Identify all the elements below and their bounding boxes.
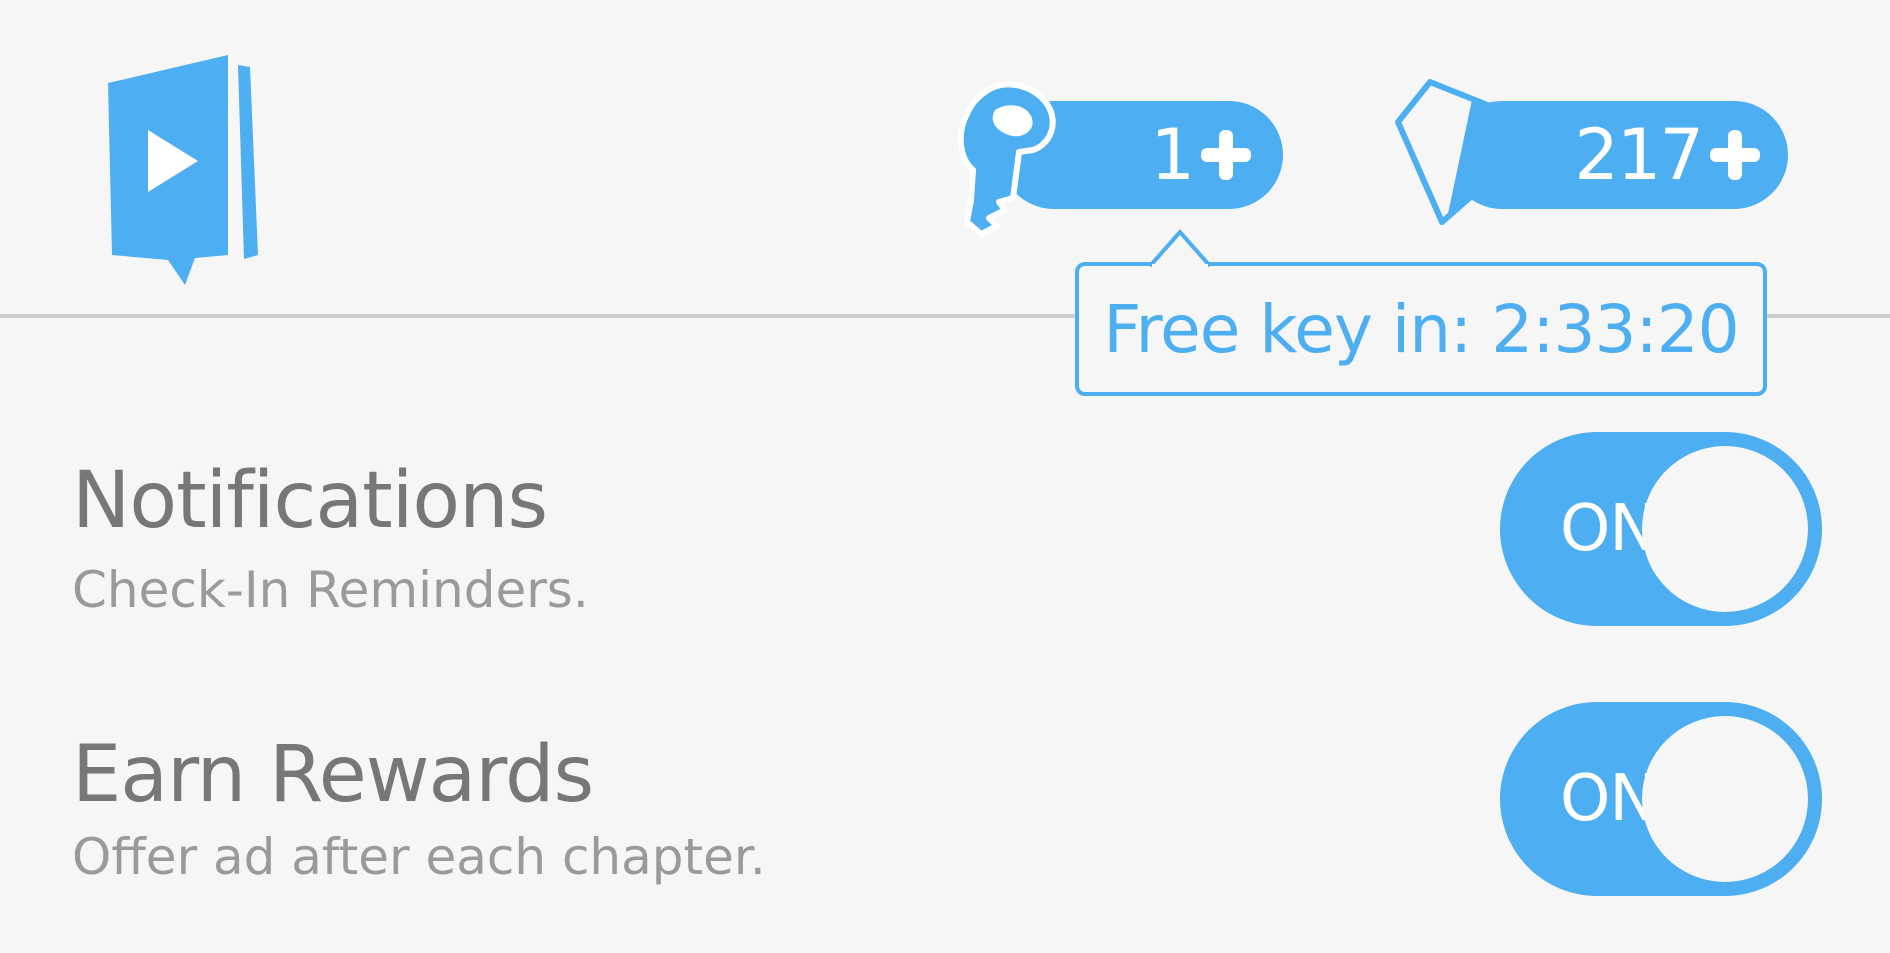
gems-count: 217 xyxy=(1574,114,1704,196)
free-key-timer-text: Free key in: 2:33:20 xyxy=(1103,290,1739,368)
setting-subtitle: Check-In Reminders. xyxy=(72,561,589,619)
setting-subtitle: Offer ad after each chapter. xyxy=(72,828,766,886)
setting-row-earn-rewards: Earn Rewards Offer ad after each chapter… xyxy=(0,690,1890,953)
setting-row-notifications: Notifications Check-In Reminders. ON xyxy=(0,420,1890,650)
add-keys-icon[interactable] xyxy=(1199,128,1253,182)
setting-title: Earn Rewards xyxy=(72,730,594,820)
free-key-tooltip: Free key in: 2:33:20 xyxy=(1075,262,1767,396)
add-gems-icon[interactable] xyxy=(1708,128,1762,182)
tooltip-pointer xyxy=(1150,228,1210,268)
notifications-toggle[interactable]: ON xyxy=(1500,432,1822,626)
gem-icon xyxy=(1395,79,1525,225)
keys-count: 1 xyxy=(1150,114,1195,196)
toggle-knob[interactable] xyxy=(1642,716,1808,882)
book-play-icon[interactable] xyxy=(100,55,270,285)
toggle-knob[interactable] xyxy=(1642,446,1808,612)
setting-title: Notifications xyxy=(72,456,548,546)
app-screen: 1 217 Free key in: 2:33:20 Notifications… xyxy=(0,0,1890,953)
earn-rewards-toggle[interactable]: ON xyxy=(1500,702,1822,896)
key-icon xyxy=(957,81,1056,237)
